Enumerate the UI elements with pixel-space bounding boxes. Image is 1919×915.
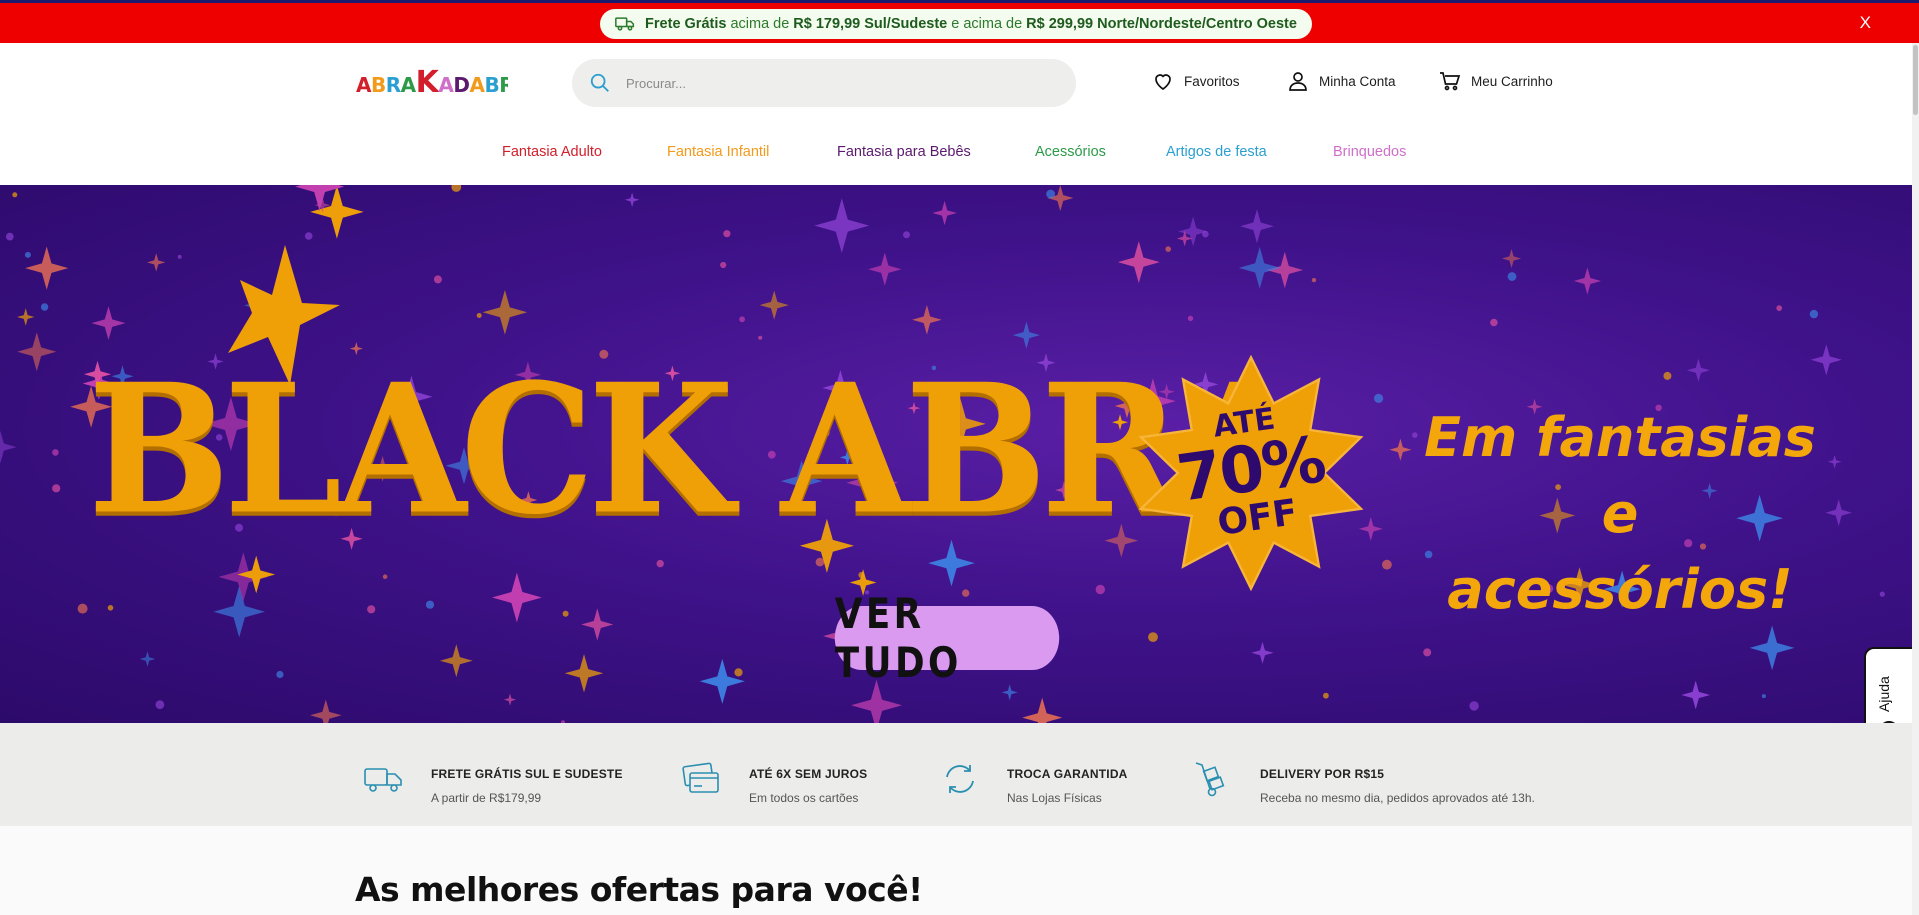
benefit-subtitle: A partir de R$179,99 (431, 791, 542, 805)
topbar-text-1: acima de (730, 16, 790, 32)
category-fantasia-bebes[interactable]: Fantasia para Bebês (837, 144, 971, 160)
category-nav: Fantasia Adulto Fantasia Infantil Fantas… (0, 123, 1919, 185)
offer-line-1: Em fantasias e (1424, 406, 1816, 545)
benefit-installments: ATÉ 6X SEM JUROS Em todos os cartões (681, 762, 868, 805)
free-shipping-pill: Frete Grátis acima de R$ 179,99 Sul/Sude… (600, 9, 1312, 39)
close-icon[interactable]: X (1860, 13, 1871, 33)
scrollbar-track[interactable] (1912, 43, 1919, 915)
benefit-title: DELIVERY POR R$15 (1260, 767, 1385, 781)
brand-logo[interactable]: ABRAKADABRA (356, 62, 508, 98)
benefit-exchange: TROCA GARANTIDA Nas Lojas Físicas (939, 765, 1128, 805)
cart-link[interactable]: Meu Carrinho (1438, 69, 1553, 93)
benefit-subtitle: Nas Lojas Físicas (1007, 791, 1102, 805)
banner-headline: BLACK ABRA (88, 344, 1305, 554)
benefits-bar: FRETE GRÁTIS SUL E SUDESTE A partir de R… (0, 723, 1912, 826)
section-title: As melhores ofertas para você! (355, 870, 923, 909)
exchange-icon (946, 765, 974, 793)
favorites-label: Favoritos (1184, 73, 1240, 89)
truck-icon (615, 17, 635, 31)
scrollbar-thumb[interactable] (1913, 45, 1918, 115)
credit-card-icon (682, 762, 719, 793)
category-fantasia-infantil[interactable]: Fantasia Infantil (667, 144, 769, 160)
favorites-link[interactable]: Favoritos (1151, 69, 1240, 93)
benefit-title: ATÉ 6X SEM JUROS (749, 767, 868, 781)
cart-icon (1440, 72, 1461, 91)
benefit-free-shipping: FRETE GRÁTIS SUL E SUDESTE A partir de R… (363, 767, 623, 805)
benefit-subtitle: Receba no mesmo dia, pedidos aprovados a… (1260, 791, 1535, 805)
hand-truck-icon (1195, 762, 1225, 797)
topbar-text-2: e acima de (951, 16, 1023, 32)
search-bar (572, 59, 1076, 107)
offer-line-2: acessórios! (1447, 558, 1793, 621)
topbar-amount-2: R$ 299,99 Norte/Nordeste/Centro Oeste (1026, 16, 1297, 32)
site-header: ABRAKADABRA Favoritos Minha Conta (0, 43, 1919, 123)
free-shipping-label: Frete Grátis (645, 16, 727, 32)
benefit-subtitle: Em todos os cartões (749, 791, 859, 805)
benefit-title: FRETE GRÁTIS SUL E SUDESTE (431, 767, 623, 781)
user-icon (1289, 72, 1307, 91)
cart-label: Meu Carrinho (1471, 73, 1553, 89)
help-label: Ajuda (1876, 676, 1892, 712)
benefit-delivery: DELIVERY POR R$15 Receba no mesmo dia, p… (1192, 762, 1535, 805)
truck-icon (364, 768, 402, 792)
hero-banner[interactable]: BLACK ABRA ATÉ 70% OFF Em fantasias e ac… (0, 185, 1912, 723)
category-acessorios[interactable]: Acessórios (1035, 144, 1106, 160)
category-artigos-festa[interactable]: Artigos de festa (1166, 144, 1267, 160)
search-icon[interactable] (589, 72, 611, 94)
category-brinquedos[interactable]: Brinquedos (1333, 144, 1406, 160)
see-all-button[interactable]: VER TUDO (834, 589, 1060, 687)
category-fantasia-adulto[interactable]: Fantasia Adulto (502, 144, 602, 160)
svg-text:ABRAKADABRA: ABRAKADABRA (356, 65, 508, 98)
heart-icon (1155, 74, 1171, 91)
announcement-bar: Frete Grátis acima de R$ 179,99 Sul/Sude… (0, 0, 1919, 43)
account-link[interactable]: Minha Conta (1286, 69, 1396, 93)
account-label: Minha Conta (1319, 73, 1396, 89)
topbar-amount-1: R$ 179,99 Sul/Sudeste (793, 16, 948, 32)
offer-text: Em fantasias e acessórios! (1420, 400, 1820, 628)
benefit-title: TROCA GARANTIDA (1007, 767, 1128, 781)
page: Frete Grátis acima de R$ 179,99 Sul/Sude… (0, 0, 1919, 915)
search-input[interactable] (626, 69, 1046, 97)
